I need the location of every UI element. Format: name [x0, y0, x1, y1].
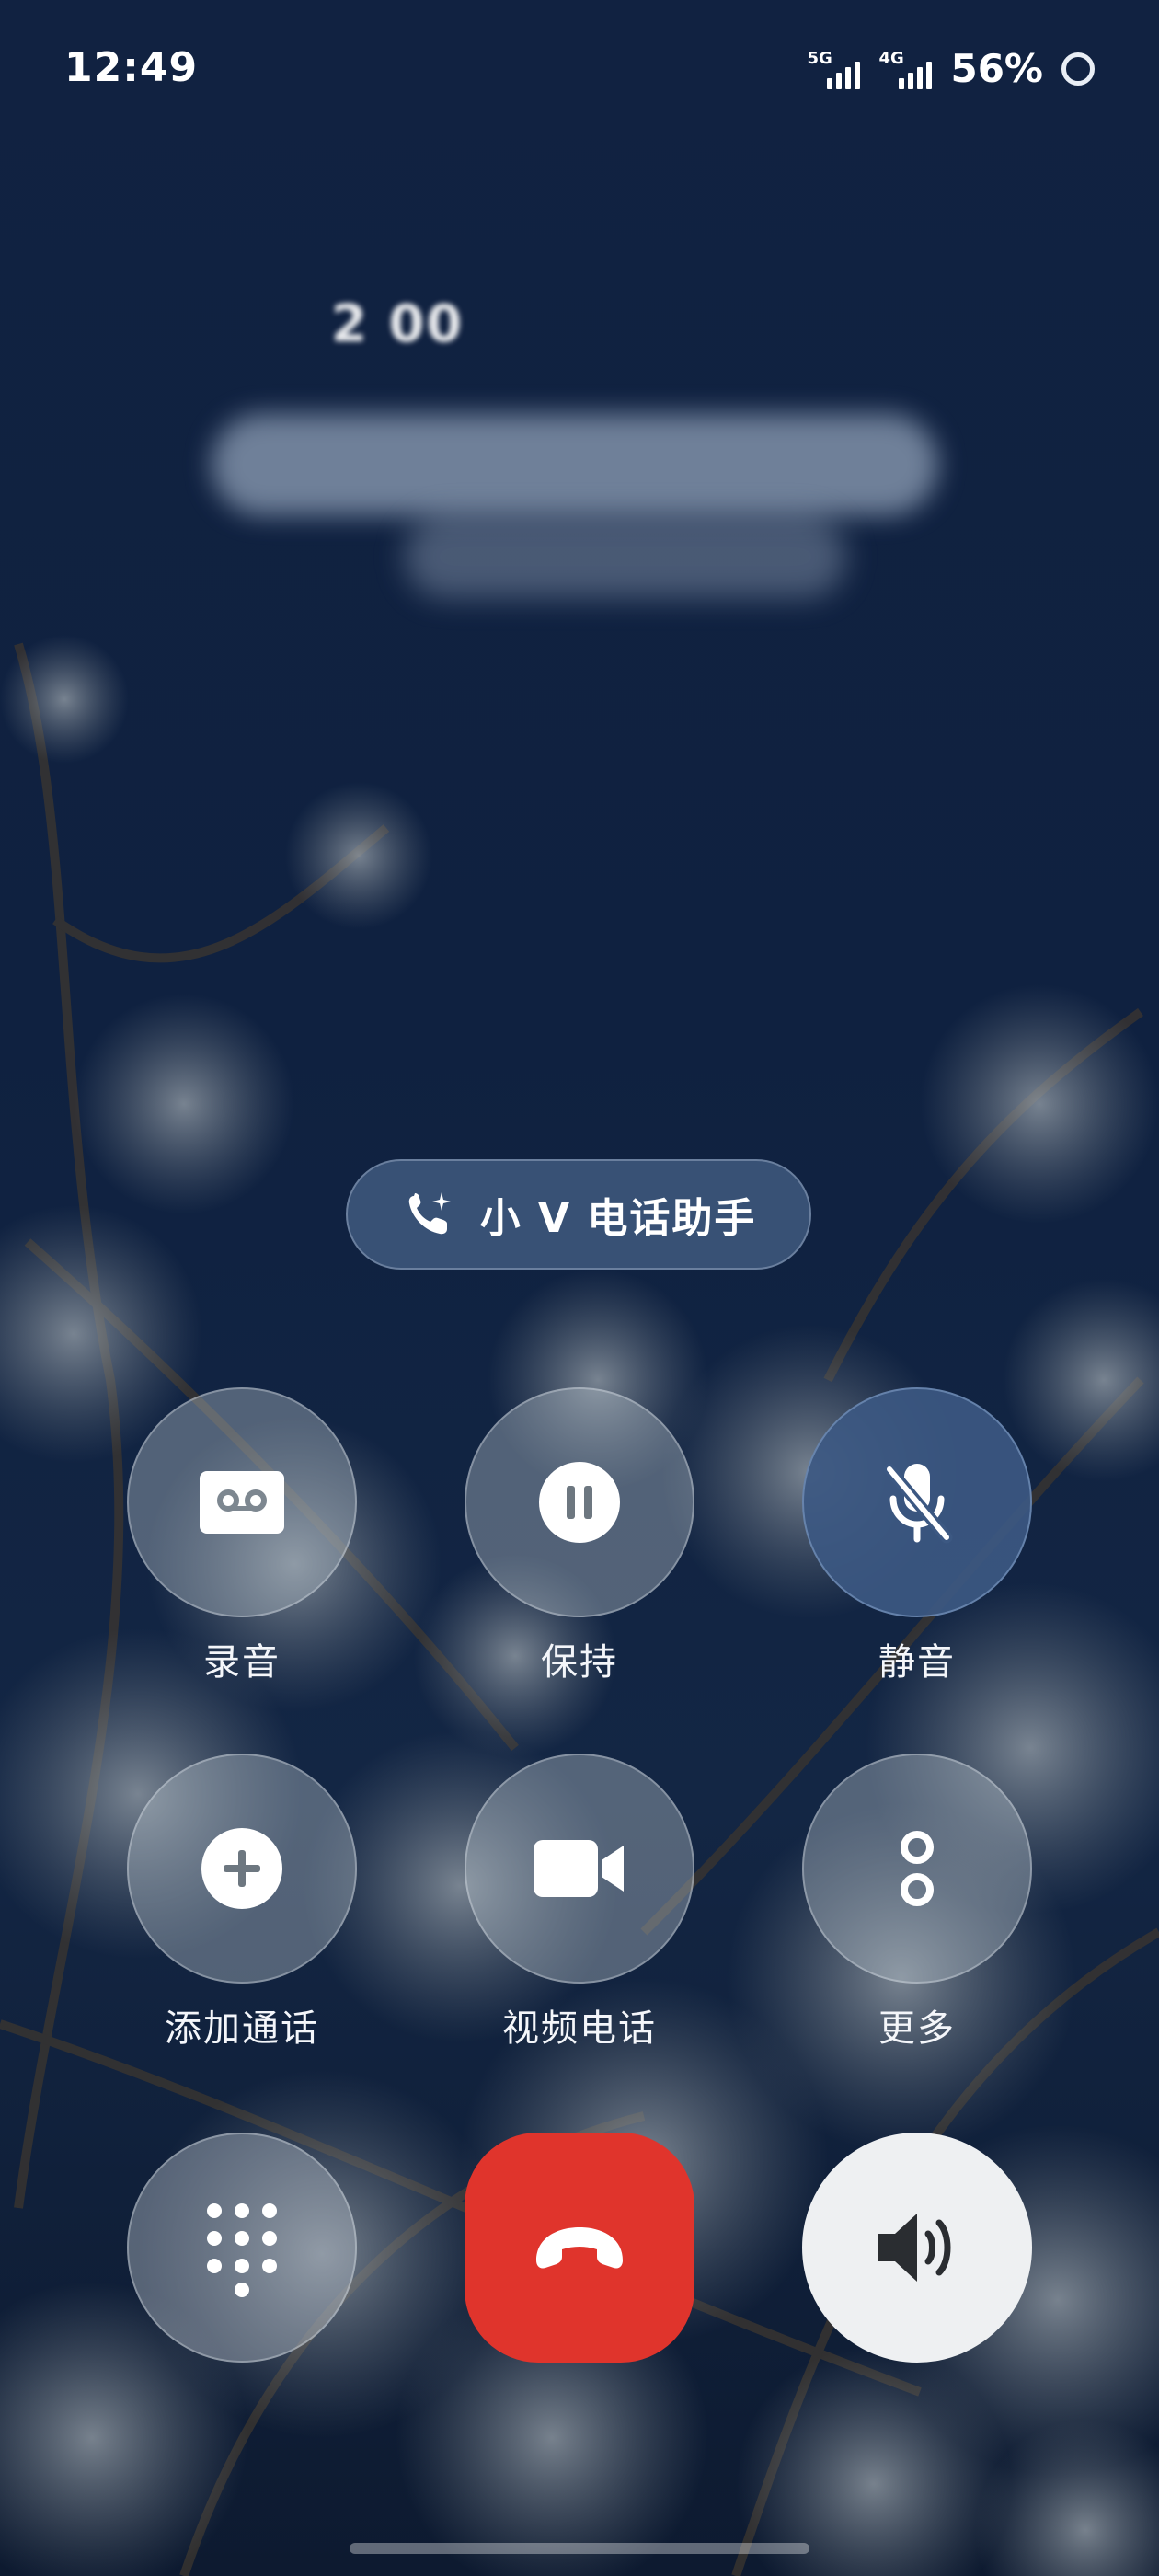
caller-number: 2 00 — [331, 294, 465, 354]
call-assistant-button[interactable]: 小 V 电话助手 — [346, 1159, 811, 1270]
add-call-button[interactable] — [127, 1754, 357, 1984]
battery-percentage: 56% — [950, 46, 1043, 91]
mute-button[interactable] — [802, 1387, 1032, 1617]
video-call-control[interactable]: 视频电话 — [465, 1754, 694, 2052]
caller-subinfo-blurred — [405, 515, 846, 598]
cellular-signal-icon: 4G — [878, 48, 933, 89]
network-type-label: 5G — [807, 48, 832, 68]
record-button[interactable] — [127, 1387, 357, 1617]
mute-control[interactable]: 静音 — [802, 1387, 1032, 1685]
cassette-record-icon — [200, 1471, 284, 1534]
caller-info-blurred — [212, 414, 938, 515]
speaker-button[interactable] — [802, 2133, 1032, 2363]
add-call-label: 添加通话 — [165, 2007, 319, 2050]
more-control[interactable]: 更多 — [802, 1754, 1032, 2052]
mute-label: 静音 — [878, 1641, 956, 1684]
dialpad-icon — [207, 2203, 277, 2297]
more-label: 更多 — [878, 2007, 956, 2050]
video-call-button[interactable] — [465, 1754, 694, 1984]
video-call-label: 视频电话 — [502, 2007, 657, 2050]
more-button[interactable] — [802, 1754, 1032, 1984]
mic-off-icon — [883, 1463, 953, 1544]
phone-sparkle-icon — [408, 1192, 451, 1235]
status-icons: 5G 4G 56% — [807, 46, 1095, 91]
add-call-icon — [201, 1828, 282, 1909]
dialpad-button[interactable] — [127, 2133, 357, 2363]
add-call-control[interactable]: 添加通话 — [127, 1754, 357, 2052]
hold-label: 保持 — [541, 1641, 618, 1684]
hold-button[interactable] — [465, 1387, 694, 1617]
more-dots-icon — [901, 1831, 934, 1906]
hang-up-button[interactable] — [465, 2133, 694, 2363]
hang-up-icon — [536, 2227, 623, 2269]
record-label: 录音 — [203, 1641, 281, 1684]
home-indicator[interactable] — [350, 2543, 809, 2554]
status-bar: 12:49 5G 4G 56% — [0, 0, 1159, 147]
status-time: 12:49 — [64, 44, 199, 91]
cellular-signal-icon: 5G — [807, 48, 861, 89]
pause-icon — [539, 1462, 620, 1543]
record-control[interactable]: 录音 — [127, 1387, 357, 1685]
battery-ring-icon — [1061, 52, 1095, 86]
video-camera-icon — [534, 1840, 624, 1897]
call-assistant-label: 小 V 电话助手 — [479, 1195, 757, 1242]
speaker-icon — [878, 2214, 951, 2282]
network-type-label: 4G — [878, 48, 904, 68]
hold-control[interactable]: 保持 — [465, 1387, 694, 1685]
